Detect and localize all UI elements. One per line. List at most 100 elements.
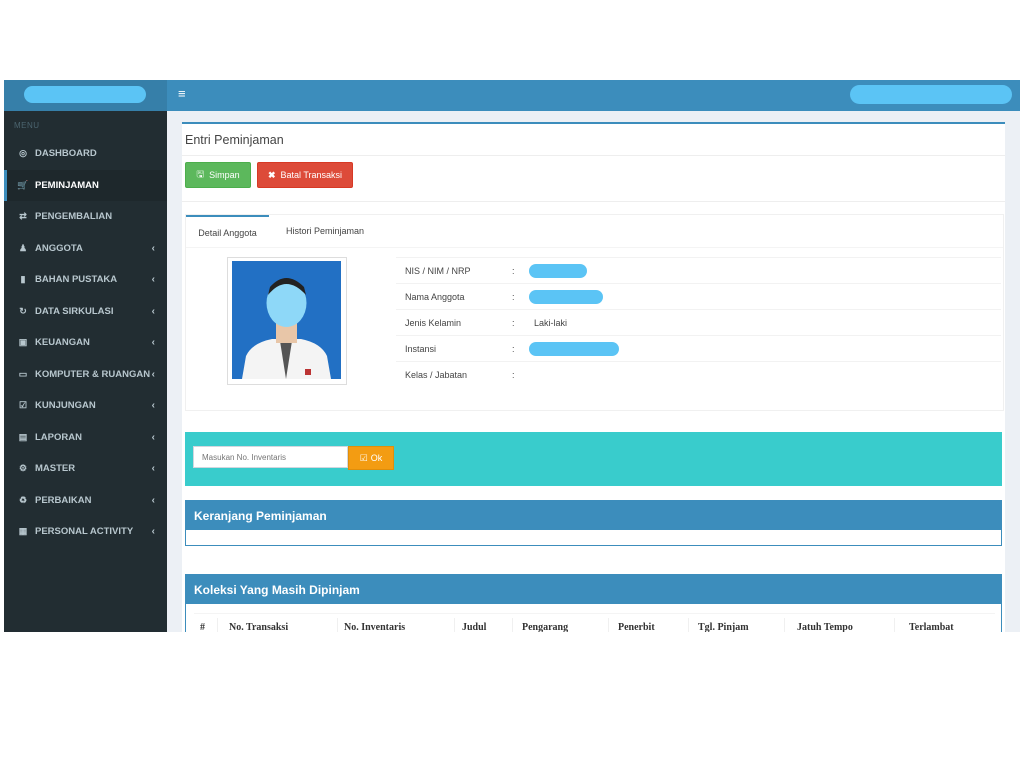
- redacted-app-name: [24, 86, 146, 103]
- borrowed-table-header: # No. Transaksi No. Inventaris Judul Pengara…: [194, 613, 995, 632]
- sidebar-item-kunjungan[interactable]: ☑ KUNJUNGAN ‹: [4, 390, 167, 421]
- top-navbar: ≡: [4, 80, 1020, 111]
- sidebar-item-peminjaman[interactable]: 🛒 PEMINJAMAN: [4, 169, 167, 201]
- sidebar-item-laporan[interactable]: ▤ LAPORAN ‹: [4, 422, 167, 453]
- member-detail-label: Jenis Kelamin: [405, 318, 462, 328]
- member-detail-row: Jenis Kelamin: Laki-laki: [396, 309, 1001, 336]
- sidebar-item-label: KEUANGAN: [35, 337, 90, 348]
- hamburger-menu-icon[interactable]: ≡: [178, 86, 186, 101]
- app-window: ≡ MENU ◎ DASHBOARD 🛒 PEMINJAMAN ⇄ PENGEMBALIA…: [4, 80, 1020, 632]
- column-header[interactable]: #: [200, 622, 205, 632]
- member-detail-separator: :: [512, 344, 515, 354]
- sidebar-item-dashboard[interactable]: ◎ DASHBOARD: [4, 138, 167, 169]
- sidebar-item-label: PEMINJAMAN: [35, 179, 99, 191]
- member-photo-image: [232, 261, 341, 379]
- member-detail-row: Kelas / Jabatan:: [396, 361, 1001, 388]
- chevron-left-icon: ‹: [151, 337, 155, 348]
- sidebar-item-label: KUNJUNGAN: [35, 400, 96, 411]
- tab-detail-anggota[interactable]: Detail Anggota: [186, 215, 269, 249]
- member-detail-label: NIS / NIM / NRP: [405, 266, 471, 276]
- redacted-user-name[interactable]: [850, 85, 1012, 104]
- loan-cart-title: Keranjang Peminjaman: [186, 501, 1001, 530]
- chevron-left-icon: ‹: [151, 400, 155, 411]
- member-detail-label: Nama Anggota: [405, 292, 465, 302]
- column-divider: [337, 618, 338, 632]
- member-tabs: Detail Anggota Histori Peminjaman NIS / …: [185, 214, 1004, 411]
- tab-detail-anggota-label: Detail Anggota: [198, 228, 257, 238]
- sidebar-item-label: PENGEMBALIAN: [35, 211, 113, 222]
- borrowed-collection-title: Koleksi Yang Masih Dipinjam: [186, 575, 1001, 604]
- chevron-left-icon: ‹: [151, 242, 155, 254]
- sidebar-item-label: PERBAIKAN: [35, 494, 92, 506]
- cancel-transaction-label: Batal Transaksi: [280, 170, 343, 180]
- sidebar-item-label: DATA SIRKULASI: [35, 305, 114, 317]
- loan-cart-box: Keranjang Peminjaman: [185, 500, 1002, 546]
- member-detail-separator: :: [512, 370, 515, 380]
- close-icon: ✖: [267, 169, 276, 180]
- tab-histori-peminjaman-label: Histori Peminjaman: [285, 226, 365, 236]
- sidebar-item-label: MASTER: [35, 463, 76, 474]
- column-header[interactable]: Penerbit: [618, 622, 655, 632]
- sidebar-item-label: ANGGOTA: [35, 242, 83, 254]
- save-button[interactable]: 🖫 Simpan: [185, 162, 251, 188]
- bookmark-icon: ▮: [20, 274, 26, 284]
- sidebar-item-pengembalian[interactable]: ⇄ PENGEMBALIAN: [4, 201, 167, 232]
- page-title: Entri Peminjaman: [185, 133, 284, 147]
- sidebar-item-label: LAPORAN: [35, 431, 82, 443]
- sidebar: MENU ◎ DASHBOARD 🛒 PEMINJAMAN ⇄ PENGEMBALIAN ♟…: [4, 111, 167, 632]
- file-text-icon: ▤: [18, 431, 28, 442]
- column-header[interactable]: No. Transaksi: [229, 622, 288, 632]
- money-icon: ▣: [18, 337, 28, 347]
- actions-divider: [182, 201, 1005, 202]
- sidebar-item-label: DASHBOARD: [35, 148, 97, 159]
- column-divider: [784, 618, 785, 632]
- chevron-left-icon: ‹: [151, 368, 155, 380]
- sidebar-item-label: PERSONAL ACTIVITY: [35, 526, 134, 537]
- member-detail-separator: :: [512, 318, 515, 328]
- sidebar-item-anggota[interactable]: ♟ ANGGOTA ‹: [4, 233, 167, 264]
- chevron-left-icon: ‹: [151, 431, 155, 443]
- column-header[interactable]: Terlambat: [909, 622, 954, 632]
- column-divider: [454, 618, 455, 632]
- column-header[interactable]: Jatuh Tempo: [797, 622, 853, 632]
- cart-icon: 🛒: [17, 179, 29, 190]
- sidebar-item-keuangan[interactable]: ▣ KEUANGAN ‹: [4, 327, 167, 358]
- column-header[interactable]: Tgl. Pinjam: [698, 622, 749, 632]
- refresh-icon: ↻: [19, 305, 27, 316]
- sidebar-item-perbaikan[interactable]: ♻ PERBAIKAN ‹: [4, 485, 167, 516]
- member-detail-separator: :: [512, 266, 515, 276]
- checkbox-icon: ☑: [359, 452, 368, 463]
- member-detail-separator: :: [512, 292, 515, 302]
- member-detail-row: NIS / NIM / NRP:: [396, 257, 1001, 284]
- sidebar-item-bahan-pustaka[interactable]: ▮ BAHAN PUSTAKA ‹: [4, 264, 167, 295]
- cancel-transaction-button[interactable]: ✖ Batal Transaksi: [257, 162, 353, 188]
- member-detail-label: Kelas / Jabatan: [405, 370, 468, 380]
- tabs-underline: [186, 247, 1003, 248]
- member-detail-row: Nama Anggota:: [396, 283, 1001, 310]
- inventory-entry-box: ☑ Ok: [185, 432, 1002, 486]
- checkbox-icon: ☑: [18, 400, 28, 410]
- sidebar-item-data-sirkulasi[interactable]: ↻ DATA SIRKULASI ‹: [4, 296, 167, 327]
- sidebar-item-master[interactable]: ⚙ MASTER ‹: [4, 453, 167, 484]
- sidebar-item-komputer-ruangan[interactable]: ▭ KOMPUTER & RUANGAN ‹: [4, 359, 167, 390]
- member-detail-label: Instansi: [405, 344, 437, 354]
- user-icon: ♟: [18, 242, 28, 253]
- logo-area[interactable]: [4, 80, 167, 111]
- column-header[interactable]: No. Inventaris: [344, 622, 405, 632]
- recycle-icon: ♻: [18, 494, 28, 505]
- ok-button[interactable]: ☑ Ok: [348, 446, 394, 470]
- tab-histori-peminjaman[interactable]: Histori Peminjaman: [275, 215, 375, 247]
- column-header[interactable]: Judul: [462, 622, 486, 632]
- chevron-left-icon: ‹: [151, 494, 155, 506]
- sidebar-item-label: KOMPUTER & RUANGAN: [35, 368, 151, 380]
- exchange-icon: ⇄: [19, 211, 27, 221]
- inventory-number-input[interactable]: [193, 446, 348, 468]
- desktop-icon: ▭: [18, 368, 28, 379]
- save-icon: 🖫: [196, 169, 205, 179]
- redacted-member-value: [529, 342, 619, 356]
- sidebar-item-personal-activity[interactable]: ▦ PERSONAL ACTIVITY ‹: [4, 516, 167, 547]
- member-detail-row: Instansi:: [396, 335, 1001, 362]
- column-header[interactable]: Pengarang: [522, 622, 568, 632]
- column-divider: [688, 618, 689, 632]
- redacted-member-value: [529, 264, 587, 278]
